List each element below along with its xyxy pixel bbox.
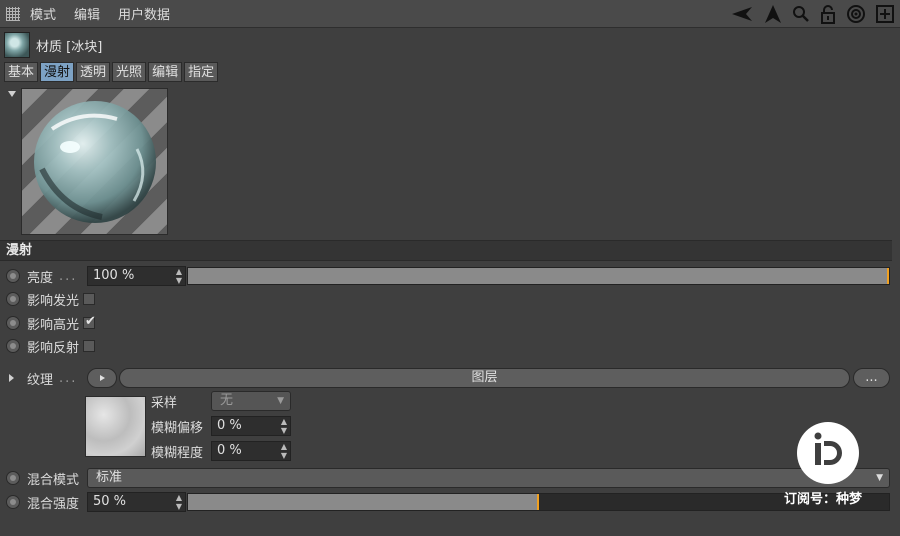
blend-mode-dropdown[interactable]: 标准 ▼ (87, 468, 890, 488)
tab-basic[interactable]: 基本 (4, 62, 39, 82)
watermark-logo (797, 422, 859, 484)
blend-mode-row: 混合模式 (0, 467, 79, 489)
blur-offset-input[interactable]: 0 % ▲ ▼ (211, 416, 291, 436)
menubar: 模式 编辑 用户数据 (0, 0, 900, 28)
tab-assign[interactable]: 指定 (184, 62, 219, 82)
blend-strength-row: 混合强度 (0, 491, 79, 513)
spinner-icon[interactable]: ▲ ▼ (281, 442, 287, 460)
material-thumbnail (4, 32, 30, 58)
toolbar (730, 0, 894, 28)
spinner-icon[interactable]: ▲ ▼ (281, 417, 287, 435)
material-preview[interactable] (21, 88, 168, 235)
spinner-icon[interactable]: ▲ ▼ (176, 493, 182, 511)
blend-strength-slider-knob[interactable] (536, 494, 539, 510)
check-icon: ✔ (85, 314, 96, 329)
menu-edit[interactable]: 编辑 (74, 4, 100, 23)
ice-sphere-preview (34, 101, 156, 223)
blur-offset-value: 0 % (217, 418, 242, 433)
texture-dots: ... (59, 370, 78, 386)
menu-mode[interactable]: 模式 (30, 4, 56, 23)
texture-menu-button[interactable] (87, 368, 117, 388)
brightness-animate-radio[interactable] (6, 269, 20, 283)
blend-strength-radio[interactable] (6, 495, 20, 509)
brightness-slider[interactable] (187, 267, 890, 285)
affect-reflection-checkbox[interactable] (83, 340, 96, 352)
brightness-value: 100 % (93, 268, 135, 283)
lock-icon[interactable] (820, 4, 836, 24)
id-logo-icon (814, 432, 842, 465)
brightness-label: 亮度 (27, 270, 54, 286)
blur-scale-value: 0 % (217, 443, 242, 458)
sampling-dropdown[interactable]: 无 ▼ (211, 391, 291, 411)
search-icon[interactable] (792, 5, 810, 23)
tab-illumination[interactable]: 光照 (112, 62, 147, 82)
tab-diffuse[interactable]: 漫射 (40, 62, 75, 82)
blur-scale-input[interactable]: 0 % ▲ ▼ (211, 441, 291, 461)
brightness-row: 亮度 ... (0, 265, 77, 287)
affect-reflection-radio[interactable] (6, 339, 20, 353)
target-icon[interactable] (846, 4, 866, 24)
affect-reflection-label: 影响反射 (27, 340, 80, 356)
chevron-down-icon: ▼ (277, 396, 284, 406)
affect-specular-radio[interactable] (6, 316, 20, 330)
affect-luminance-label: 影响发光 (27, 293, 80, 309)
blend-strength-label: 混合强度 (27, 496, 80, 512)
texture-label: 纹理 (27, 372, 54, 388)
back-arrow-icon[interactable] (730, 5, 754, 23)
tab-transparency[interactable]: 透明 (76, 62, 111, 82)
material-header: 材质 [冰块] (0, 31, 102, 59)
blur-offset-label: 模糊偏移 (151, 421, 204, 436)
watermark-text: 订阅号：种梦 (784, 492, 863, 507)
spinner-icon[interactable]: ▲ ▼ (176, 267, 182, 285)
sampling-value: 无 (220, 393, 234, 408)
blend-strength-value: 50 % (93, 494, 127, 509)
texture-layer-button[interactable]: 图层 (119, 368, 850, 388)
blend-strength-input[interactable]: 50 % ▲ ▼ (87, 492, 186, 512)
texture-more-button[interactable]: ... (853, 368, 890, 388)
tab-editor[interactable]: 编辑 (148, 62, 183, 82)
menu-userdata[interactable]: 用户数据 (118, 4, 170, 23)
brightness-slider-knob[interactable] (887, 268, 889, 284)
play-icon (100, 375, 105, 381)
affect-luminance-checkbox[interactable] (83, 293, 96, 305)
grip-icon[interactable] (6, 6, 20, 21)
affect-specular-label: 影响高光 (27, 317, 80, 333)
affect-specular-row: 影响高光 ✔ (0, 312, 96, 334)
chevron-down-icon: ▼ (876, 473, 883, 483)
up-arrow-icon[interactable] (764, 4, 782, 24)
affect-luminance-radio[interactable] (6, 292, 20, 306)
expand-arrow-icon[interactable] (8, 373, 15, 383)
blend-mode-value: 标准 (96, 470, 123, 485)
texture-thumbnail[interactable] (85, 396, 146, 457)
sampling-label: 采样 (151, 396, 178, 411)
blend-mode-radio[interactable] (6, 471, 20, 485)
add-icon[interactable] (876, 5, 894, 23)
texture-row: 纹理 ... (0, 367, 77, 389)
affect-reflection-row: 影响反射 (0, 335, 96, 357)
brightness-slider-fill (188, 268, 889, 284)
section-diffuse-heading: 漫射 (0, 240, 892, 261)
tab-bar: 基本 漫射 透明 光照 编辑 指定 (4, 62, 219, 82)
blur-scale-label: 模糊程度 (151, 446, 204, 461)
collapse-arrow-icon[interactable] (7, 90, 17, 98)
blend-strength-slider-fill (188, 494, 539, 510)
blend-mode-label: 混合模式 (27, 472, 80, 488)
brightness-input[interactable]: 100 % ▲ ▼ (87, 266, 186, 286)
affect-luminance-row: 影响发光 (0, 288, 96, 310)
material-title: 材质 [冰块] (36, 39, 103, 55)
affect-specular-checkbox[interactable]: ✔ (83, 314, 96, 329)
brightness-dots: ... (59, 268, 78, 284)
